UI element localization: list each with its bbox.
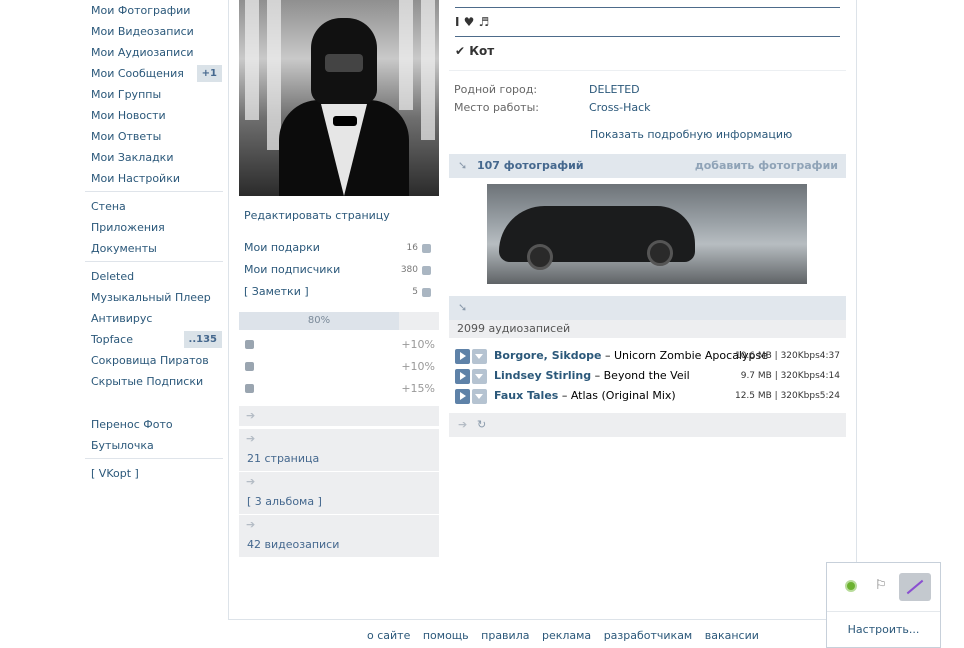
audio-count[interactable]: 2099 аудиозаписей — [449, 320, 846, 338]
menu-apps[interactable]: Приложения — [85, 217, 223, 238]
hometown-link[interactable]: DELETED — [589, 81, 640, 99]
menu-hidden-subscriptions[interactable]: Скрытые Подписки — [85, 371, 223, 392]
edit-page-link[interactable]: Редактировать страницу — [239, 209, 439, 223]
menu-my-answers[interactable]: Мои Ответы — [85, 126, 223, 147]
profile-column: Редактировать страницу Мои подарки 16 Мои… — [239, 0, 439, 557]
menu-my-settings[interactable]: Мои Настройки — [85, 168, 223, 189]
notes-icon — [422, 288, 431, 297]
flag-icon[interactable]: ⚐ — [875, 578, 889, 593]
menu-photo-transfer[interactable]: Перенос Фото — [85, 414, 223, 435]
side-block-empty[interactable]: ➔ — [239, 406, 439, 426]
profile-avatar[interactable] — [239, 0, 439, 196]
play-icon[interactable] — [455, 349, 470, 364]
menu-my-news[interactable]: Мои Новости — [85, 105, 223, 126]
menu-divider — [85, 261, 223, 262]
bonus-friends[interactable]: +15% — [239, 378, 439, 400]
workplace-link[interactable]: Cross-Hack — [589, 99, 651, 117]
audio-header[interactable]: ➘ — [449, 296, 846, 320]
side-block-videos[interactable]: ➔ 42 видеозаписи — [239, 515, 439, 557]
arrow-icon: ➔ — [458, 418, 468, 431]
add-audio-icon[interactable] — [472, 369, 487, 384]
info-workplace: Место работы: Cross-Hack — [449, 99, 846, 117]
audio-track: Lindsey Stirling – Beyond the Veil 9.7 M… — [449, 366, 846, 386]
refresh-icon[interactable]: ↻ — [477, 413, 486, 437]
menu-divider — [85, 191, 223, 192]
gift-icon — [422, 244, 431, 253]
menu-antivirus[interactable]: Антивирус — [85, 308, 223, 329]
status-text[interactable]: I ♥ ♬ — [449, 8, 846, 36]
menu-vkopt[interactable]: [ VKopt ] — [85, 463, 223, 484]
footer-links: о сайте помощь правила реклама разработч… — [367, 628, 768, 644]
menu-topface[interactable]: Topface ..135 — [85, 329, 223, 350]
people-icon — [245, 384, 254, 393]
arrow-icon: ➘ — [458, 301, 468, 314]
play-icon[interactable] — [455, 389, 470, 404]
menu-my-audio[interactable]: Мои Аудиозаписи — [85, 42, 223, 63]
audio-footer[interactable]: ➔ ↻ — [449, 413, 846, 437]
show-details-link[interactable]: Показать подробную информацию — [449, 126, 846, 144]
add-photos-link[interactable]: добавить фотографии — [695, 154, 838, 178]
menu-my-photos[interactable]: Мои Фотографии — [85, 0, 223, 21]
subscribers-link[interactable]: Мои подписчики 380 — [239, 259, 439, 281]
audio-list: Borgore, Sikdope – Unicorn Zombie Apocal… — [449, 346, 846, 406]
photos-count[interactable]: 107 фотографий — [477, 154, 584, 178]
arrow-icon: ➔ — [246, 518, 256, 531]
footer-ads[interactable]: реклама — [542, 629, 591, 642]
add-audio-icon[interactable] — [472, 349, 487, 364]
arrow-icon: ➔ — [246, 409, 256, 422]
settings-widget: ⚐ Настроить... — [826, 562, 941, 648]
side-block-pages[interactable]: ➔ 21 страница — [239, 429, 439, 471]
photos-header[interactable]: ➘ 107 фотографий добавить фотографии — [449, 154, 846, 178]
footer-about[interactable]: о сайте — [367, 629, 410, 642]
messages-badge[interactable]: +1 — [196, 65, 222, 82]
gifts-link[interactable]: Мои подарки 16 — [239, 237, 439, 259]
menu-my-bookmarks[interactable]: Мои Закладки — [85, 147, 223, 168]
pen-icon[interactable] — [899, 573, 931, 601]
photo-preview[interactable] — [487, 184, 807, 284]
footer-jobs[interactable]: вакансии — [705, 629, 759, 642]
arrow-icon: ➔ — [246, 432, 256, 445]
side-block-albums[interactable]: ➔[ 3 альбома ] — [239, 472, 439, 514]
topface-badge[interactable]: ..135 — [183, 331, 222, 348]
menu-my-videos[interactable]: Мои Видеозаписи — [85, 21, 223, 42]
left-menu: Мои Фотографии Мои Видеозаписи Мои Аудио… — [85, 0, 223, 484]
add-audio-icon[interactable] — [472, 389, 487, 404]
menu-documents[interactable]: Документы — [85, 238, 223, 259]
menu-wall[interactable]: Стена — [85, 196, 223, 217]
menu-bottle[interactable]: Бутылочка — [85, 435, 223, 456]
menu-divider — [85, 458, 223, 459]
info-hometown: Родной город: DELETED — [449, 81, 846, 99]
status-online-icon[interactable] — [845, 580, 857, 592]
audio-track: Faux Tales – Atlas (Original Mix) 12.5 M… — [449, 386, 846, 406]
profile-main: I ♥ ♬ ✔ Кот Родной город: DELETED Место р… — [449, 0, 846, 437]
subscribers-icon — [422, 266, 431, 275]
footer-developers[interactable]: разработчикам — [604, 629, 693, 642]
briefcase-icon — [245, 340, 254, 349]
progress-label: 80% — [307, 315, 331, 326]
profile-completeness-bar[interactable]: 80% — [239, 312, 439, 330]
footer-help[interactable]: помощь — [423, 629, 469, 642]
bonus-phone[interactable]: +10% — [239, 356, 439, 378]
audio-track: Borgore, Sikdope – Unicorn Zombie Apocal… — [449, 346, 846, 366]
arrow-icon: ➘ — [458, 159, 468, 172]
notes-link[interactable]: [ Заметки ] 5 — [239, 281, 439, 303]
menu-my-messages[interactable]: Мои Сообщения +1 — [85, 63, 223, 84]
footer-rules[interactable]: правила — [481, 629, 529, 642]
arrow-icon: ➔ — [246, 475, 256, 488]
phone-icon — [245, 362, 254, 371]
bonus-work[interactable]: +10% — [239, 334, 439, 356]
play-icon[interactable] — [455, 369, 470, 384]
status-text[interactable]: ✔ Кот — [449, 37, 846, 65]
menu-deleted[interactable]: Deleted — [85, 266, 223, 287]
menu-my-groups[interactable]: Мои Группы — [85, 84, 223, 105]
configure-link[interactable]: Настроить... — [827, 611, 940, 647]
profile-counters: Мои подарки 16 Мои подписчики 380 [ Заметк… — [239, 237, 439, 303]
menu-music-player[interactable]: Музыкальный Плеер — [85, 287, 223, 308]
menu-pirate-treasures[interactable]: Сокровища Пиратов — [85, 350, 223, 371]
